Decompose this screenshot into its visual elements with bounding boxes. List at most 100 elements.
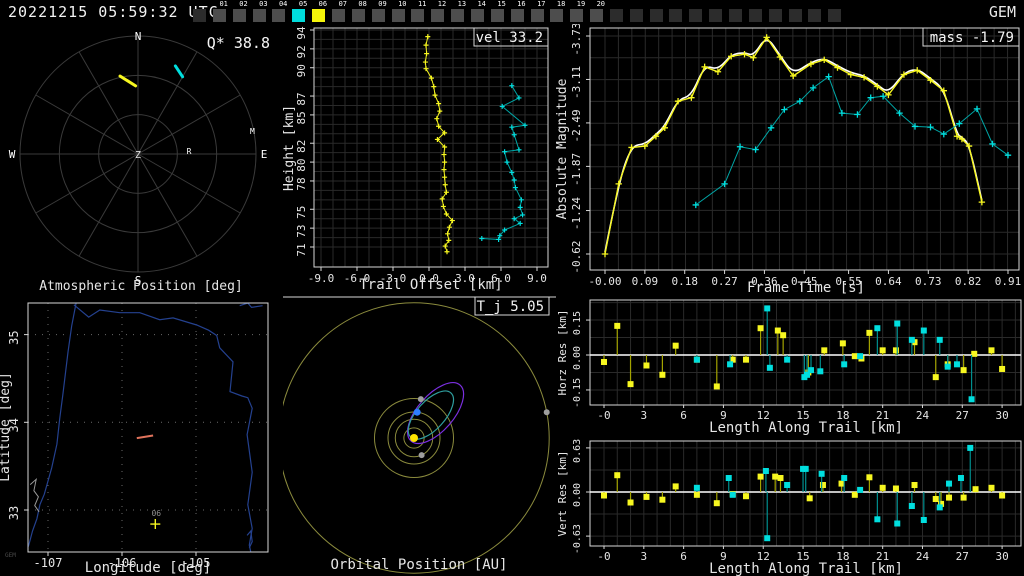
svg-text:0.27: 0.27 <box>711 275 738 288</box>
res-ylabel: Horz Res [km] <box>556 309 569 395</box>
svg-text:0.00: 0.00 <box>572 483 583 507</box>
frame-box-x28[interactable] <box>748 9 762 22</box>
frame-box-14[interactable]: 14 <box>470 1 486 22</box>
frame-box-18[interactable]: 18 <box>550 1 565 22</box>
frame-box-x25[interactable] <box>689 9 703 22</box>
frame-box-label: 04 <box>278 0 288 8</box>
planet-dot-2 <box>543 409 550 416</box>
svg-text:-107: -107 <box>34 556 63 570</box>
trail-offset-panel: -9.0 -6.0 -3.0 0.0 3.0 6.0 9.0 71 73 75 78 80 82 85 87… <box>282 24 556 299</box>
frame-box-19[interactable]: 19 <box>570 1 585 22</box>
frame-box-x29[interactable] <box>768 9 782 22</box>
radiant-marker-M: M <box>250 127 255 136</box>
frame-box-x24[interactable] <box>669 9 683 22</box>
q-value-annotation: Q* 38.8 <box>207 34 270 52</box>
trail-grid <box>314 28 548 267</box>
trail-markers-station-06 <box>422 34 455 255</box>
frame-box-16[interactable]: 16 <box>510 1 526 22</box>
svg-text:92: 92 <box>295 45 308 58</box>
frame-box-label: 06 <box>318 0 328 8</box>
map-river-2 <box>239 303 263 309</box>
svg-text:-2.49: -2.49 <box>570 109 583 142</box>
svg-text:87: 87 <box>295 92 308 105</box>
svg-text:-0: -0 <box>597 550 610 563</box>
frame-box-06[interactable]: 06 <box>312 1 327 22</box>
svg-text:0.09: 0.09 <box>632 275 659 288</box>
frame-box-x27[interactable] <box>729 9 742 22</box>
frame-box-08[interactable]: 08 <box>351 1 367 22</box>
frame-box-01[interactable]: 01 <box>212 1 228 22</box>
radiant-marker-R: R <box>187 147 192 156</box>
svg-text:3: 3 <box>640 550 647 563</box>
frame-box-label: 14 <box>477 0 486 8</box>
zenith-label: Z <box>135 150 141 161</box>
svg-text:-0.63: -0.63 <box>572 524 583 554</box>
frame-box-label: 02 <box>239 0 248 8</box>
frame-box-05[interactable]: 05 <box>292 1 307 22</box>
svg-text:6: 6 <box>680 409 687 422</box>
frame-box-07[interactable]: 07 <box>332 1 347 22</box>
frame-box-label: 12 <box>437 0 447 8</box>
orbital-position-panel: T_j 5.05 Orbital Position [AU] <box>278 295 556 576</box>
meteor-ground-track <box>136 434 154 440</box>
svg-text:24: 24 <box>916 550 930 563</box>
magnitude-markers-station-06 <box>601 34 986 258</box>
frame-box-09[interactable]: 09 <box>371 1 387 22</box>
svg-text:9.0: 9.0 <box>527 272 547 285</box>
svg-text:0.63: 0.63 <box>572 439 583 463</box>
frame-box-x21[interactable] <box>609 9 623 22</box>
svg-text:75: 75 <box>295 206 308 219</box>
frame-box-label: 19 <box>576 0 586 8</box>
frame-box-x23[interactable] <box>649 9 663 22</box>
res-plot-frame <box>589 440 1022 547</box>
frame-box-x31[interactable] <box>808 9 822 22</box>
frame-box-label: 11 <box>417 0 427 8</box>
frame-box-x32[interactable] <box>828 9 842 22</box>
frame-box-13[interactable]: 13 <box>451 1 466 22</box>
frame-box-15[interactable]: 15 <box>490 1 506 22</box>
svg-text:27: 27 <box>956 409 969 422</box>
frame-box-label: 18 <box>556 0 566 8</box>
svg-text:0.00: 0.00 <box>572 346 583 370</box>
frame-box-02[interactable]: 02 <box>232 1 248 22</box>
frame-box-x26[interactable] <box>709 9 723 22</box>
meteor-streak-cyan <box>173 64 185 79</box>
res-grid <box>590 441 1021 546</box>
frame-box-x30[interactable] <box>788 9 802 22</box>
svg-text:-1.24: -1.24 <box>570 197 583 230</box>
planet-dot-0 <box>418 452 425 459</box>
frame-box-x0[interactable] <box>193 9 206 22</box>
atmospheric-position-panel: N S E W Z R M Q* 38.8 Atmospheric Position [deg] <box>0 24 283 299</box>
magnitude-panel: -0.00 0.09 0.18 0.27 0.36 0.45 0.55 0.64 0.73 0.8… <box>555 22 1024 299</box>
res-xlabel: Length Along Trail [km] <box>709 420 903 436</box>
frame-box-17[interactable]: 17 <box>530 1 546 22</box>
sun-dot <box>410 434 418 442</box>
frame-box-03[interactable]: 03 <box>252 1 268 22</box>
frame-box-04[interactable]: 04 <box>272 1 287 22</box>
svg-text:71: 71 <box>295 243 308 256</box>
compass-west-label: W <box>9 148 16 161</box>
svg-text:-0: -0 <box>597 409 610 422</box>
frame-box-x22[interactable] <box>629 9 643 22</box>
svg-text:0.15: 0.15 <box>572 311 583 335</box>
trail-offset-plot: -9.0 -6.0 -3.0 0.0 3.0 6.0 9.07173757880828587… <box>282 26 549 293</box>
res-plot-frame <box>589 299 1022 406</box>
planet-dot-1 <box>417 396 424 403</box>
svg-text:0.64: 0.64 <box>875 275 902 288</box>
map-river-0 <box>28 303 77 549</box>
svg-text:-0.15: -0.15 <box>572 378 583 408</box>
frame-box-10[interactable]: 10 <box>391 1 407 22</box>
frame-box-label: 20 <box>596 0 605 8</box>
svg-text:-0.62: -0.62 <box>570 240 583 273</box>
frame-box-11[interactable]: 11 <box>411 1 426 22</box>
map-river-1 <box>73 304 253 552</box>
map-gray-feature <box>29 477 40 513</box>
trail-xlabel: Trail Offset [km] <box>359 277 502 293</box>
res-grid <box>590 300 1021 405</box>
frame-box-12[interactable]: 12 <box>431 1 446 22</box>
frame-box-20[interactable]: 20 <box>590 1 605 22</box>
frame-box-label: 05 <box>298 0 308 8</box>
frame-box-label: 13 <box>457 0 467 8</box>
svg-text:73: 73 <box>295 225 308 238</box>
svg-text:6: 6 <box>680 550 687 563</box>
